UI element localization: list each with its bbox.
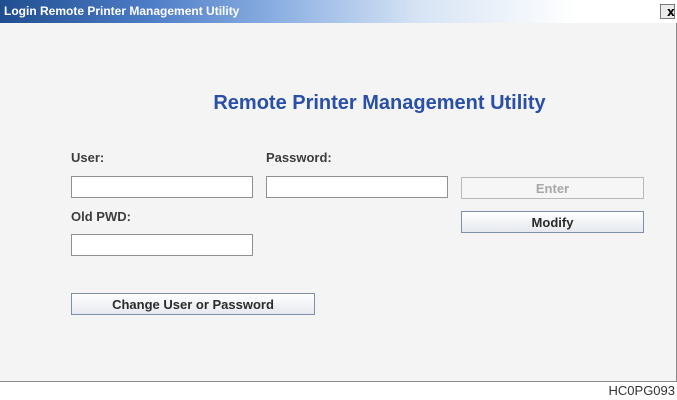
user-label: User: (71, 150, 105, 165)
window-title: Login Remote Printer Management Utility (4, 4, 240, 18)
old-pwd-input[interactable] (71, 234, 253, 256)
user-input[interactable] (71, 176, 253, 198)
title-bar: Login Remote Printer Management Utility … (0, 0, 677, 23)
password-input[interactable] (266, 176, 448, 198)
figure-code: HC0PG093 (608, 383, 675, 398)
enter-button[interactable]: Enter (461, 177, 644, 199)
password-label: Password: (266, 150, 332, 165)
close-button[interactable]: x (660, 4, 675, 19)
modify-button[interactable]: Modify (461, 211, 644, 233)
change-user-password-button[interactable]: Change User or Password (71, 293, 315, 315)
page-title: Remote Printer Management Utility (213, 92, 546, 114)
login-window: Login Remote Printer Management Utility … (0, 0, 677, 382)
old-pwd-label: Old PWD: (71, 209, 131, 224)
